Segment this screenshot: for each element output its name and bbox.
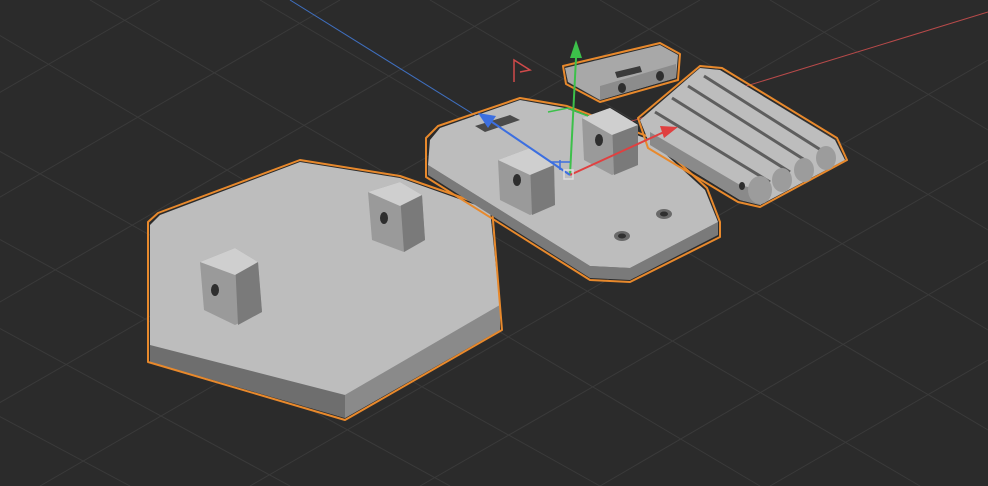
standoff-right[interactable] bbox=[368, 182, 425, 252]
3d-viewport[interactable] bbox=[0, 0, 988, 486]
